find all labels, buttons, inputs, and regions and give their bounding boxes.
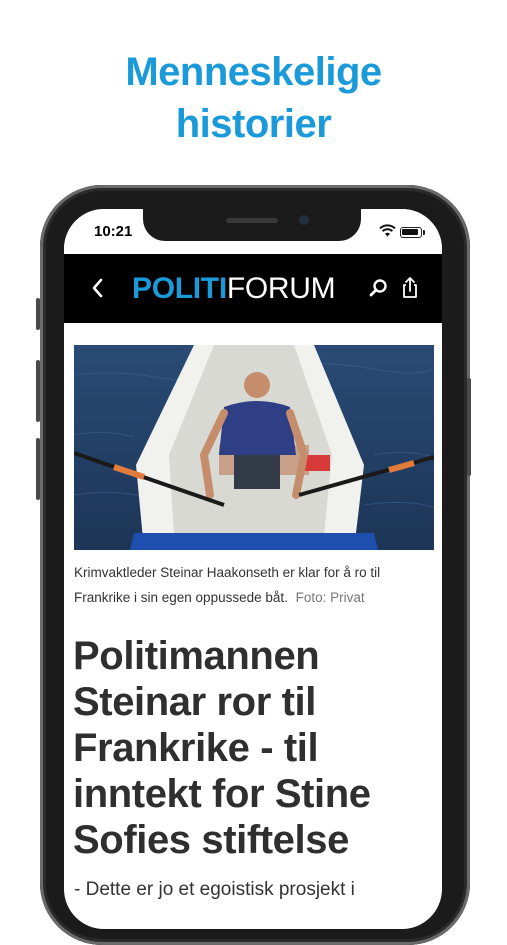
share-icon[interactable] xyxy=(397,275,423,301)
logo-part1: POLITI xyxy=(132,272,227,305)
search-icon[interactable] xyxy=(366,275,392,301)
notch xyxy=(143,209,361,241)
phone-screen: 10:21 POLITIFORUM Krimvaktleder Steinar … xyxy=(64,209,442,929)
mute-switch xyxy=(36,298,40,330)
article-photo[interactable] xyxy=(74,345,434,550)
app-logo: POLITIFORUM xyxy=(132,271,336,307)
app-bar: POLITIFORUM xyxy=(64,254,442,323)
article-lead: - Dette er jo et egoistisk prosjekt i xyxy=(74,879,355,900)
promo-headline: Menneskelige historier xyxy=(0,46,507,150)
promo-headline-line1: Menneskelige xyxy=(125,50,382,94)
chevron-left-icon[interactable] xyxy=(86,274,110,302)
volume-down-button xyxy=(36,438,40,500)
front-camera xyxy=(299,215,309,225)
power-button xyxy=(467,378,471,476)
wifi-icon xyxy=(379,224,396,237)
status-bar: 10:21 xyxy=(64,209,442,254)
logo-part2: FORUM xyxy=(226,272,336,305)
volume-up-button xyxy=(36,360,40,422)
battery-icon xyxy=(400,227,422,238)
speaker xyxy=(226,218,278,223)
article-title: Politimannen Steinar ror til Frankrike -… xyxy=(73,634,371,862)
promo-headline-line2: historier xyxy=(175,102,332,146)
photo-caption: Krimvaktleder Steinar Haakonseth er klar… xyxy=(74,560,436,610)
battery-tip xyxy=(423,230,425,235)
photo-credit: Foto: Privat xyxy=(295,590,365,605)
status-time: 10:21 xyxy=(94,223,133,240)
